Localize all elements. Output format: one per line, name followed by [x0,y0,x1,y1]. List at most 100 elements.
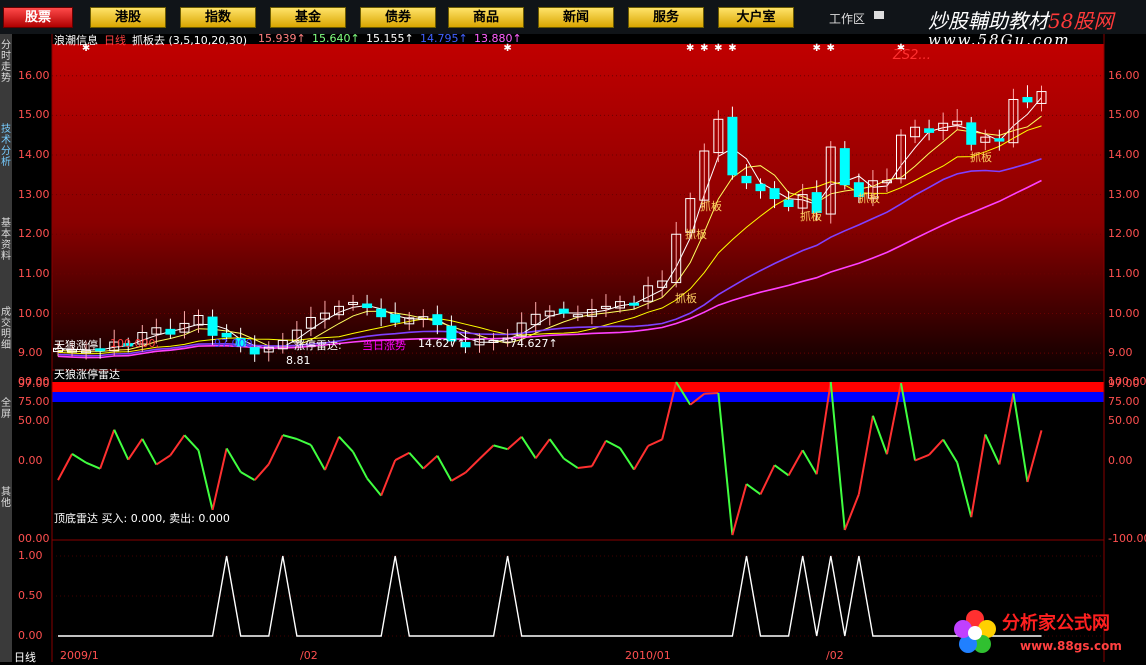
radar-ylabel-right: -100.00 [1108,532,1146,545]
footer-date-2: 2010/01 [625,649,671,662]
ma-value-4: 13.880↑ [474,32,522,45]
indicator-name: 抓板去 (3,5,10,20,30) [132,34,248,47]
radar-ylabel-right: 50.00 [1108,414,1140,428]
candle-body [769,188,780,200]
stock-name: 浪潮信息 [54,34,98,47]
nav-tab-1[interactable]: 港股 [90,7,166,28]
candle-body [390,314,401,323]
candle-body [727,116,738,176]
nav-tab-0[interactable]: 股票 [3,7,73,28]
nav-tab-3[interactable]: 基金 [270,7,346,28]
radar-subtitle: 天狼涨停雷达 [54,368,120,381]
nav-tab-4[interactable]: 债券 [360,7,436,28]
radar-ylabel-right: 0.00 [1108,453,1133,467]
bottom-header: 顶底雷达 买入: 0.000, 卖出: 0.000 [54,512,230,525]
low-price-label: 8.81 [286,354,311,367]
price-ylabel-right: 11.00 [1108,266,1140,280]
flower-logo-icon [954,610,996,653]
bottom-ylabel: 0.50 [18,589,43,602]
nav-tab-5[interactable]: 商品 [448,7,524,28]
signal-label-4: 抓板 [858,192,880,205]
price-ylabel-right: 10.00 [1108,306,1140,320]
price-ylabel-left: 12.00 [18,227,50,241]
candle-body [994,138,1005,142]
signal-star-icon: ✱ [827,43,835,54]
radar-segment [704,391,719,395]
signal-label-3: 抓板 [800,210,822,223]
candle-body [629,302,640,306]
signal-label-2: 抓板 [700,200,722,213]
signal-label-0: 抓板 [675,292,697,305]
nav-tab-6[interactable]: 新闻 [538,7,614,28]
candle-body [741,175,752,184]
ma-value-2: 15.155↑ [366,32,414,45]
radar-ylabel-left: 0.00 [18,453,43,467]
price-ylabel-right: 15.00 [1108,108,1140,122]
price-ylabel-left: 14.00 [18,147,50,161]
work-area-button[interactable]: 工作区 [829,10,865,27]
ma-value-0: 15.939↑ [258,32,306,45]
price-ylabel-left: 11.00 [18,266,50,280]
signal-star-icon: ✱ [686,43,694,54]
footer-date-1: /02 [300,649,318,662]
price-ylabel-right: 12.00 [1108,227,1140,241]
signal-label-1: 抓板 [685,228,707,241]
price-ylabel-left: 13.00 [18,187,50,201]
ma-value-1: 15.640↑ [312,32,360,45]
candle-body [432,314,443,326]
candle-body [755,183,766,192]
brand-logo-top: 炒股輔助教材58股网 [928,9,1114,33]
price-ylabel-right: 9.00 [1108,346,1133,360]
footer-period: 日线 [14,651,36,664]
mail-icon[interactable] [874,11,884,19]
radar-ylabel-left: 97.00 [18,377,50,391]
radar-header-4: 当日涨势 [362,339,406,352]
price-ylabel-right: 16.00 [1108,68,1140,82]
candle-body [966,122,977,145]
brand-logo-bottom: 分析家公式网 www.88gs.com [950,605,1146,662]
signal-star-icon: ✱ [728,43,736,54]
candle-body [376,308,387,318]
footer-date-0: 2009/1 [60,649,99,662]
signal-label-5: 抓板 [970,151,992,164]
price-ylabel-right: 14.00 [1108,147,1140,161]
candle-body [1022,97,1033,103]
ma-value-3: 14.795↑ [420,32,468,45]
price-ylabel-left: 10.00 [18,306,50,320]
bottom-ylabel: 1.00 [18,549,43,562]
price-ylabel-left: 16.00 [18,68,50,82]
nav-tab-2[interactable]: 指数 [180,7,256,28]
price-ylabel-right: 13.00 [1108,187,1140,201]
price-ylabel-left: 15.00 [18,108,50,122]
radar-ylabel-right: 97.00 [1108,377,1140,391]
limit-band-red [52,382,1104,392]
signal-star-icon: ✱ [700,43,708,54]
candle-body [783,199,794,208]
candle-body [207,316,218,336]
radar-ylabel-right: 75.00 [1108,394,1140,408]
radar-ylabel-left: 00.00 [18,532,50,545]
period-label: 日线 [104,34,126,47]
bottom-ylabel: 0.00 [18,629,43,642]
radar-header-2: 97.000 [214,337,253,350]
footer-date-3: /02 [826,649,844,662]
candle-body [165,328,176,335]
signal-star-icon: ✱ [813,43,821,54]
watermark: ZS2... [893,48,931,63]
radar-ylabel-left: 75.00 [18,394,50,408]
signal-star-icon: ✱ [714,43,722,54]
candle-body [362,303,373,309]
candle-body [924,128,935,133]
radar-header-5: 14.627↑ [418,337,466,350]
stock-chart[interactable]: ✱ ✱ ✱ ✱ ✱ ✱ ✱ ✱ ✱ [0,34,1146,662]
candle-body [839,148,850,186]
price-ylabel-left: 9.00 [18,346,43,360]
radar-header-1: 100.000, [110,337,159,350]
bottom-radar-line [58,555,1042,637]
radar-header-6: 74.627↑ [510,337,558,350]
nav-tab-8[interactable]: 大户室 [718,7,794,28]
nav-tab-7[interactable]: 服务 [628,7,704,28]
limit-band-blue [52,392,1104,402]
radar-ylabel-left: 50.00 [18,414,50,428]
candle-body [558,308,569,314]
